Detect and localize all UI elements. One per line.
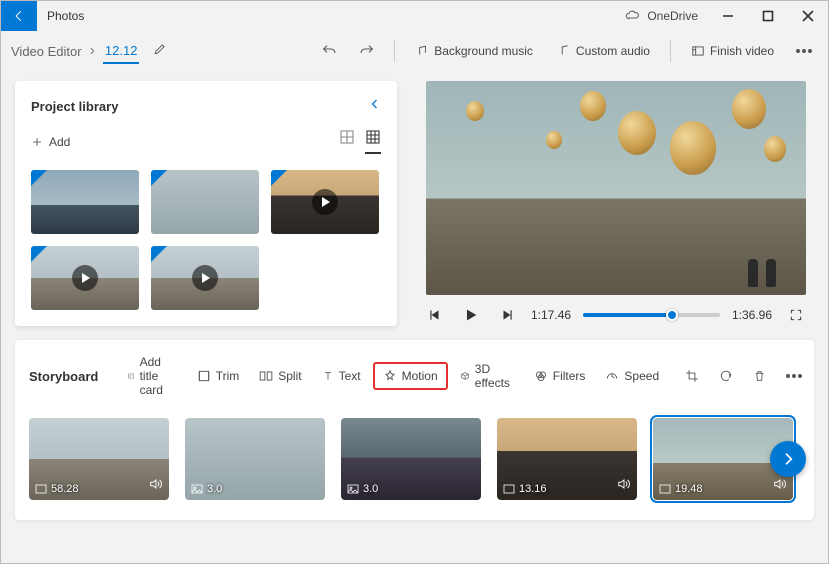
add-title-card-button[interactable]: Add title card	[120, 350, 178, 402]
custom-audio-button[interactable]: Custom audio	[549, 37, 658, 65]
trim-button[interactable]: Trim	[189, 364, 248, 388]
more-button[interactable]	[790, 37, 818, 65]
storyboard-clip[interactable]: 3.0	[185, 418, 325, 500]
next-frame-button[interactable]	[495, 308, 519, 322]
cloud-icon	[625, 10, 641, 22]
storyboard-clip[interactable]: 3.0	[341, 418, 481, 500]
app-title: Photos	[47, 9, 84, 23]
breadcrumb-root[interactable]: Video Editor	[11, 44, 82, 59]
finish-video-button[interactable]: Finish video	[683, 37, 782, 65]
maximize-button[interactable]	[748, 1, 788, 31]
back-button[interactable]	[1, 1, 37, 31]
speed-button[interactable]: Speed	[597, 364, 667, 388]
scroll-right-button[interactable]	[770, 441, 806, 477]
library-item[interactable]	[271, 170, 379, 234]
crop-button[interactable]	[677, 364, 707, 388]
play-button[interactable]	[459, 307, 483, 323]
library-item[interactable]	[31, 246, 139, 310]
delete-button[interactable]	[745, 364, 774, 388]
split-button[interactable]: Split	[251, 364, 309, 388]
chevron-right-icon: ›	[90, 42, 95, 60]
seek-slider[interactable]	[583, 313, 720, 317]
background-music-button[interactable]: Background music	[407, 37, 541, 65]
storyboard-clip[interactable]: 58.28	[29, 418, 169, 500]
rename-button[interactable]	[153, 42, 175, 61]
undo-button[interactable]	[314, 37, 344, 65]
fullscreen-button[interactable]	[784, 308, 808, 322]
audio-icon	[557, 44, 571, 58]
library-item[interactable]	[151, 170, 259, 234]
preview-player[interactable]	[426, 81, 806, 295]
music-icon	[415, 44, 429, 58]
export-icon	[691, 44, 705, 58]
minimize-button[interactable]	[708, 1, 748, 31]
volume-icon	[149, 477, 163, 495]
motion-button[interactable]: Motion	[373, 362, 448, 390]
volume-icon	[617, 477, 631, 495]
3d-effects-button[interactable]: 3D effects	[452, 357, 522, 395]
filters-button[interactable]: Filters	[526, 364, 594, 388]
project-library-panel: Project library Add	[15, 81, 397, 326]
close-button[interactable]	[788, 1, 828, 31]
view-grid-button[interactable]	[365, 129, 381, 154]
redo-button[interactable]	[352, 37, 382, 65]
storyboard-title: Storyboard	[29, 369, 98, 384]
storyboard-more-button[interactable]	[778, 369, 810, 383]
library-title: Project library	[31, 99, 118, 114]
library-item[interactable]	[151, 246, 259, 310]
project-name[interactable]: 12.12	[103, 39, 140, 64]
library-item[interactable]	[31, 170, 139, 234]
collapse-library-button[interactable]	[369, 97, 381, 115]
rotate-button[interactable]	[711, 364, 741, 388]
prev-frame-button[interactable]	[423, 308, 447, 322]
storyboard-clip[interactable]: 13.16	[497, 418, 637, 500]
total-time: 1:36.96	[732, 308, 772, 322]
volume-icon	[773, 477, 787, 495]
view-large-button[interactable]	[339, 129, 355, 154]
onedrive-button[interactable]: OneDrive	[625, 9, 698, 23]
text-button[interactable]: Text	[314, 364, 369, 388]
plus-icon	[31, 136, 43, 148]
current-time: 1:17.46	[531, 308, 571, 322]
add-media-button[interactable]: Add	[31, 135, 70, 149]
